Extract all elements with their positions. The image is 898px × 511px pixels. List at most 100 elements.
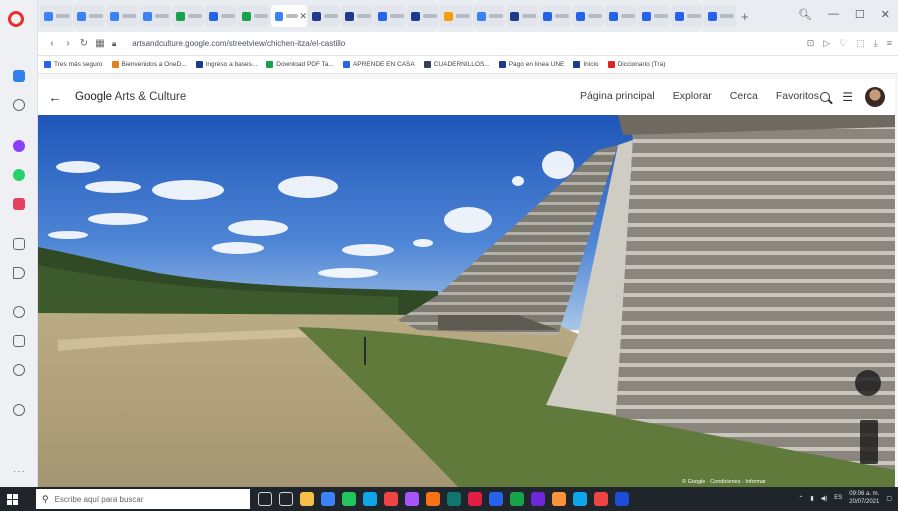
browser-tab[interactable] <box>671 5 703 27</box>
browser-tab[interactable] <box>638 5 670 27</box>
browser-tab[interactable] <box>205 5 237 27</box>
browser-tab[interactable] <box>374 5 406 27</box>
taskbar-app-icon[interactable] <box>594 492 608 506</box>
taskbar-app-icon[interactable] <box>426 492 440 506</box>
browser-tab[interactable] <box>407 5 439 27</box>
nav-home[interactable]: Página principal <box>580 90 655 102</box>
site-logo[interactable]: Google Arts & Culture <box>75 91 186 103</box>
close-icon[interactable]: ✕ <box>881 8 890 21</box>
start-button[interactable] <box>0 487 24 511</box>
taskbar-app-icon[interactable] <box>468 492 482 506</box>
taskbar-app-icon[interactable] <box>573 492 587 506</box>
task-view-icon[interactable] <box>258 492 272 506</box>
taskbar-app-icon[interactable] <box>489 492 503 506</box>
bookmark-item[interactable]: Inicio <box>573 61 599 68</box>
back-icon[interactable]: ‹ <box>44 38 60 49</box>
new-tab-icon[interactable]: + <box>741 9 749 24</box>
back-arrow-icon[interactable]: ← <box>48 89 64 105</box>
history-icon[interactable] <box>13 99 25 111</box>
taskbar-app-icon[interactable] <box>615 492 629 506</box>
browser-tab[interactable] <box>572 5 604 27</box>
opera-logo-icon[interactable] <box>8 11 24 27</box>
whatsapp-icon[interactable] <box>13 169 25 181</box>
taskbar-app-icon[interactable] <box>447 492 461 506</box>
tab-close-icon[interactable]: ✕ <box>299 11 307 22</box>
volume-icon[interactable]: ◀) <box>821 495 828 502</box>
widgets-icon[interactable] <box>279 492 293 506</box>
browser-tab[interactable] <box>308 5 340 27</box>
extensions-bar-icon[interactable]: ⬚ <box>856 38 865 49</box>
menu-icon[interactable]: ☰ <box>842 91 853 103</box>
taskbar-app-icon[interactable] <box>300 492 314 506</box>
send-icon[interactable] <box>13 267 25 279</box>
nav-favorites[interactable]: Favoritos <box>776 90 819 102</box>
bookmark-item[interactable]: Ingreso a bases... <box>195 61 257 68</box>
heart-icon[interactable]: ♡ <box>839 38 847 49</box>
bookmark-item[interactable]: Tres más seguro <box>44 61 103 68</box>
lock-icon[interactable]: 🔒︎ <box>112 39 116 49</box>
search-icon[interactable] <box>820 92 831 102</box>
network-icon[interactable]: ▮ <box>810 495 813 502</box>
taskbar-app-icon[interactable] <box>531 492 545 506</box>
zoom-control[interactable] <box>860 420 878 464</box>
bookmark-item[interactable]: CUADERNILLOS... <box>423 61 490 68</box>
taskbar-search[interactable]: ⚲ Escribe aquí para buscar <box>36 489 250 509</box>
taskbar-app-icon[interactable] <box>321 492 335 506</box>
browser-tab[interactable] <box>172 5 204 27</box>
browser-tab[interactable] <box>341 5 373 27</box>
nav-explore[interactable]: Explorar <box>673 90 712 102</box>
browser-tab[interactable] <box>73 5 105 27</box>
browser-tab[interactable] <box>605 5 637 27</box>
extensions-icon[interactable] <box>13 335 25 347</box>
language-icon[interactable]: ES <box>834 495 842 501</box>
browser-tab[interactable] <box>40 5 72 27</box>
taskbar-app-icon[interactable] <box>552 492 566 506</box>
browser-tab[interactable] <box>539 5 571 27</box>
bookmark-label: Inicio <box>583 61 599 68</box>
avatar[interactable] <box>865 87 885 107</box>
browser-tab[interactable] <box>440 5 472 27</box>
browser-tab[interactable]: ✕ <box>271 5 307 27</box>
bookmark-item[interactable]: Download PDF Ta... <box>266 61 334 68</box>
browser-tab[interactable] <box>106 5 138 27</box>
browser-tab[interactable] <box>473 5 505 27</box>
more-options-icon[interactable]: ··· <box>13 466 26 477</box>
bookmark-item[interactable]: Bienvenidos a OneD... <box>111 61 187 68</box>
forward-icon[interactable]: › <box>60 38 76 49</box>
compass-button[interactable] <box>855 370 881 396</box>
taskbar-app-icon[interactable] <box>342 492 356 506</box>
url-field[interactable]: artsandculture.google.com/streetview/chi… <box>132 39 652 48</box>
taskbar-app-icon[interactable] <box>384 492 398 506</box>
speed-dial-icon[interactable] <box>13 238 25 250</box>
nav-nearby[interactable]: Cerca <box>730 90 758 102</box>
bookmarks-icon[interactable] <box>13 306 25 318</box>
download-icon[interactable]: ⤓ <box>874 38 878 49</box>
clock[interactable]: 09:06 a. m. 20/07/2021 <box>849 490 879 506</box>
taskbar-app-icon[interactable] <box>510 492 524 506</box>
vpn-icon[interactable] <box>13 364 25 376</box>
instagram-icon[interactable] <box>13 198 25 210</box>
speed-dial-grid-icon[interactable]: ▦ <box>92 38 108 49</box>
maximize-icon[interactable]: ☐ <box>855 8 865 21</box>
browser-tab[interactable] <box>238 5 270 27</box>
translate-icon[interactable]: ▷ <box>823 38 830 49</box>
bookmark-item[interactable]: APRENDE EN CASA <box>342 61 415 68</box>
reload-icon[interactable]: ↻ <box>76 38 92 49</box>
snapshot-icon[interactable]: ⊡ <box>807 38 815 49</box>
street-view-panorama[interactable]: © Google · Condiciones · Informar <box>38 115 895 487</box>
browser-tab[interactable] <box>139 5 171 27</box>
easy-setup-icon[interactable]: ≡ <box>887 38 892 49</box>
bookmark-item[interactable]: Pago en línea UNE <box>498 61 564 68</box>
bookmark-item[interactable]: Diccionario (Tra) <box>607 61 665 68</box>
taskbar-app-icon[interactable] <box>363 492 377 506</box>
browser-tab[interactable] <box>704 5 736 27</box>
notifications-icon[interactable]: ▢ <box>886 495 892 502</box>
tray-chevron-icon[interactable]: ⌃ <box>798 495 803 502</box>
workspace-icon[interactable] <box>13 70 25 82</box>
minimize-icon[interactable]: — <box>828 8 839 21</box>
search-tabs-icon[interactable]: 🔍︎ <box>798 8 812 21</box>
browser-tab[interactable] <box>506 5 538 27</box>
messenger-icon[interactable] <box>13 140 25 152</box>
taskbar-app-icon[interactable] <box>405 492 419 506</box>
settings-icon[interactable] <box>13 404 25 416</box>
